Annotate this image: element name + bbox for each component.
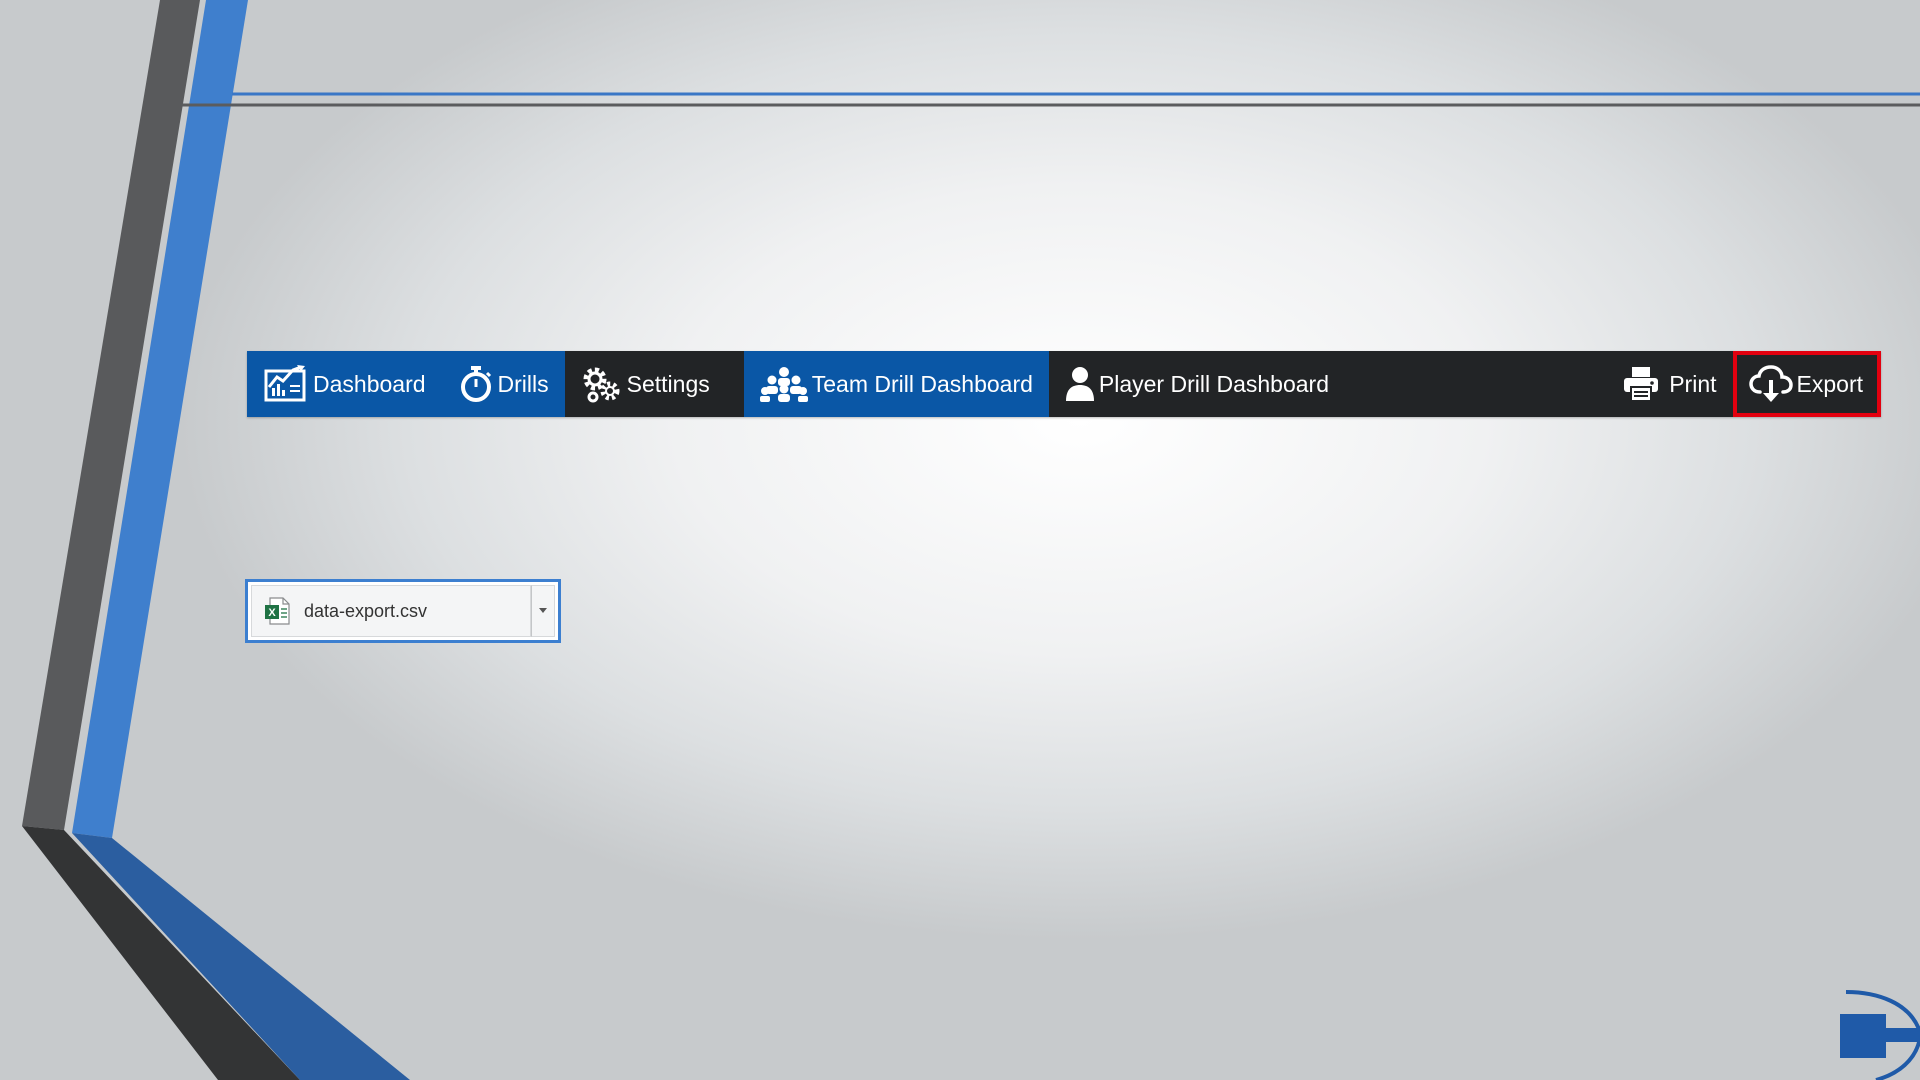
gears-icon	[581, 365, 623, 403]
nav-player-drill-dashboard-label: Player Drill Dashboard	[1098, 370, 1329, 397]
nav-team-drill-dashboard-label: Team Drill Dashboard	[811, 370, 1033, 397]
nav-settings[interactable]: Settings	[565, 351, 726, 417]
nav-print-label: Print	[1669, 370, 1717, 397]
printer-icon	[1623, 366, 1659, 402]
brand-logo	[1840, 990, 1920, 1080]
user-icon	[1065, 366, 1095, 402]
team-icon	[759, 365, 808, 403]
nav-player-drill-dashboard[interactable]: Player Drill Dashboard	[1049, 351, 1345, 417]
dashboard-chart-icon	[263, 365, 309, 403]
nav-drills-label: Drills	[497, 370, 549, 397]
svg-text:X: X	[268, 607, 276, 619]
nav-dashboard[interactable]: Dashboard	[247, 351, 442, 417]
download-filename: data-export.csv	[304, 600, 428, 621]
navigation-bar: Dashboard Drills Settings Team Drill Das…	[247, 351, 1881, 417]
download-menu-button[interactable]	[531, 585, 555, 637]
nav-separator	[726, 351, 744, 417]
nav-print[interactable]: Print	[1607, 351, 1732, 417]
download-item[interactable]: X data-export.csv	[245, 579, 561, 643]
decor-gray-diagonal	[22, 826, 300, 1080]
nav-export[interactable]: Export	[1732, 351, 1881, 417]
cloud-download-icon	[1748, 365, 1793, 403]
nav-settings-label: Settings	[626, 370, 710, 397]
nav-team-drill-dashboard[interactable]: Team Drill Dashboard	[743, 351, 1049, 417]
nav-dashboard-label: Dashboard	[313, 370, 426, 397]
nav-export-label: Export	[1796, 370, 1863, 397]
nav-drills[interactable]: Drills	[441, 351, 565, 417]
stopwatch-icon	[458, 365, 494, 403]
slide-decoration	[22, 0, 1920, 1080]
download-open-button[interactable]: X data-export.csv	[251, 585, 531, 637]
chevron-down-icon	[538, 602, 548, 620]
excel-file-icon: X	[264, 597, 290, 625]
